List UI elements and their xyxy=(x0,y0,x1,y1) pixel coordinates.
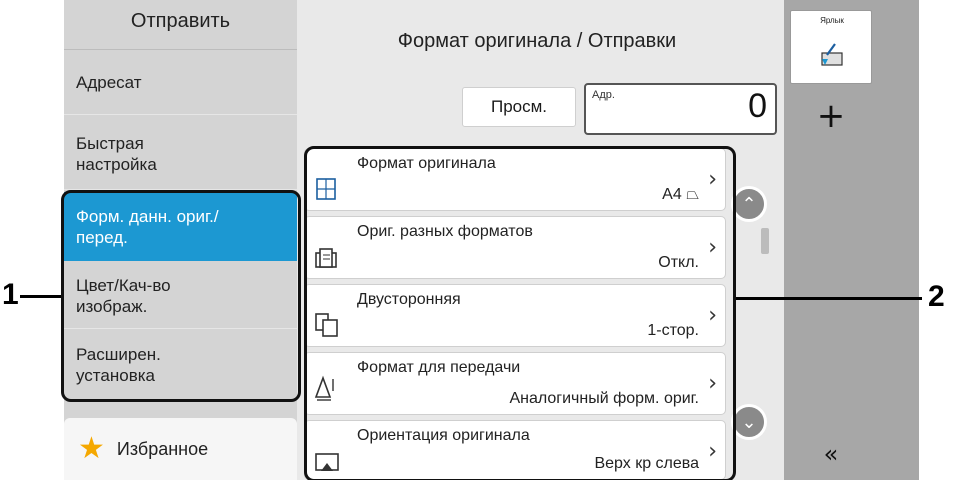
shortcut-column: Ярлык + « xyxy=(784,0,919,480)
shortcut-icon xyxy=(821,43,843,66)
sidebar-item-label: Адресат xyxy=(76,73,142,92)
scrollbar-thumb[interactable] xyxy=(761,228,769,254)
favorites-button[interactable]: ★ Избранное xyxy=(64,418,297,480)
favorites-label: Избранное xyxy=(116,438,209,459)
shortcut-button[interactable]: Ярлык xyxy=(790,10,872,84)
callout-number-2: 2 xyxy=(928,280,945,313)
callout-number-1: 1 xyxy=(2,278,19,311)
scroll-down-button[interactable]: ⌄ xyxy=(731,404,767,440)
preview-button[interactable]: Просм. xyxy=(462,87,576,127)
scroll-up-button[interactable]: ⌃ xyxy=(731,186,767,222)
shortcut-label: Ярлык xyxy=(820,16,844,25)
callout-line-2 xyxy=(736,297,922,300)
sidebar-item-destination[interactable]: Адресат xyxy=(64,51,297,115)
sidebar-item-quick-setup[interactable]: Быстрая настройка xyxy=(64,118,297,190)
sidebar-header: Отправить xyxy=(64,0,297,50)
destination-count-box: Адр. 0 xyxy=(584,83,777,135)
sidebar-item-label: Быстрая настройка xyxy=(76,133,157,174)
chevron-down-icon: ⌄ xyxy=(741,411,757,433)
destination-count-label: Адр. xyxy=(592,89,615,101)
callout-frame-2 xyxy=(304,146,736,480)
collapse-button[interactable]: « xyxy=(806,440,856,468)
add-shortcut-button[interactable]: + xyxy=(806,96,856,136)
page-title: Формат оригинала / Отправки xyxy=(397,30,677,52)
callout-line-1 xyxy=(20,295,61,298)
chevron-up-icon: ⌃ xyxy=(741,193,757,215)
star-icon: ★ xyxy=(78,432,105,465)
destination-count: 0 xyxy=(748,87,767,125)
callout-frame-1 xyxy=(61,190,301,402)
